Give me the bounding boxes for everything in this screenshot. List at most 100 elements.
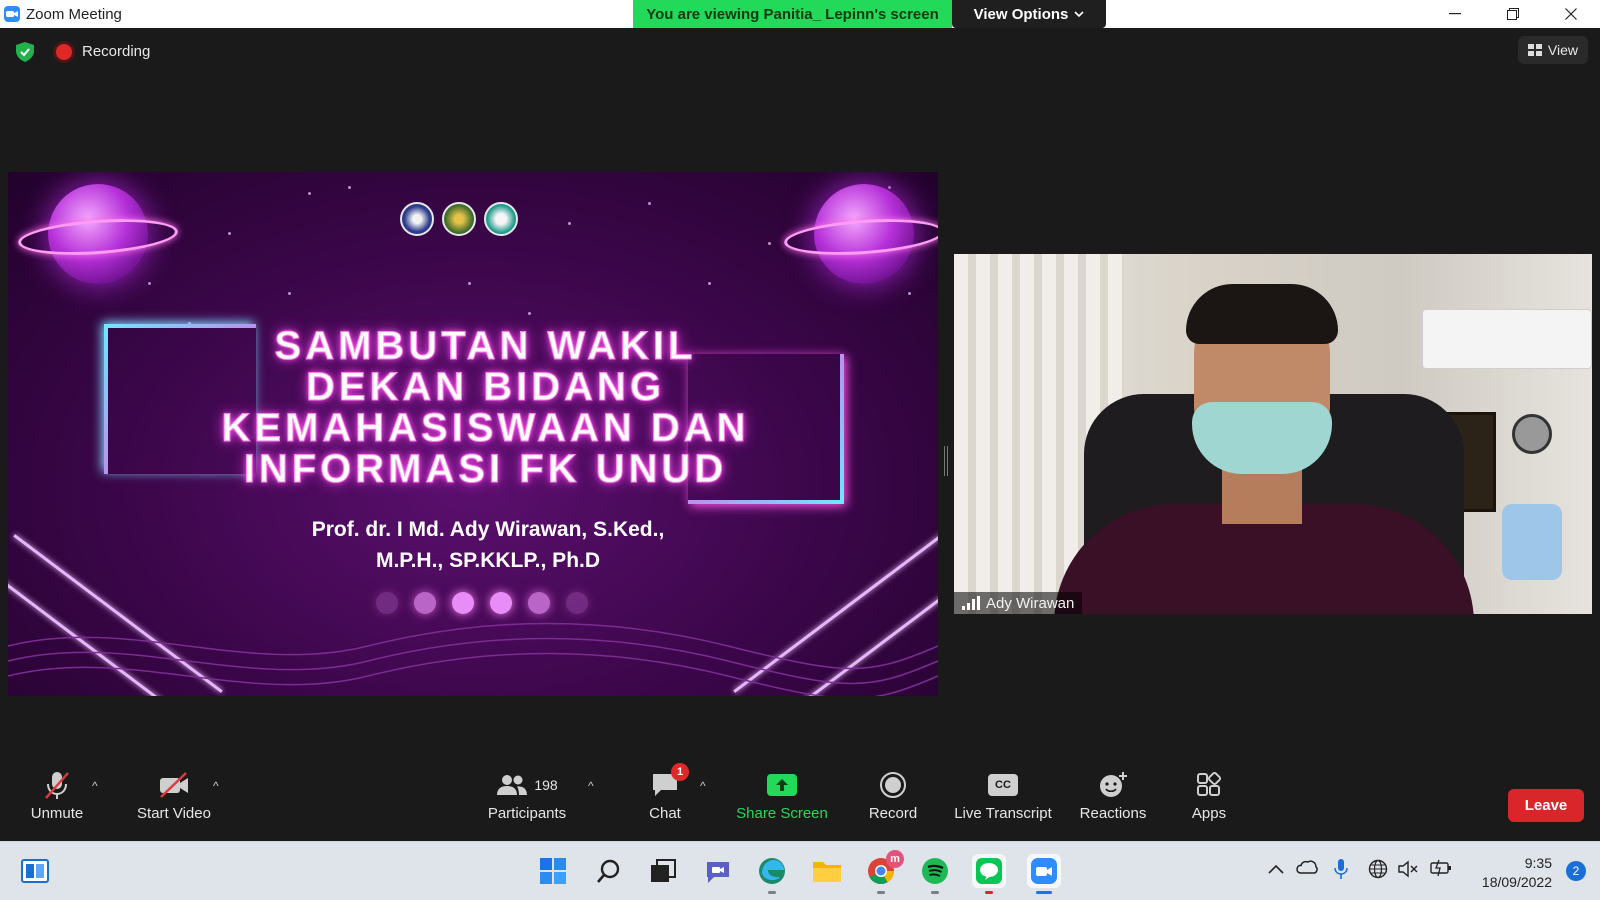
video-water-jug xyxy=(1502,504,1562,580)
speaker-muted-icon[interactable] xyxy=(1398,859,1420,879)
teams-chat-icon xyxy=(707,862,729,883)
apps-button[interactable]: Apps xyxy=(1190,767,1228,822)
split-view-handle[interactable] xyxy=(944,446,948,476)
zoom-taskbar-button[interactable] xyxy=(1027,854,1061,894)
slide-title-line: KEMAHASISWAAN DAN xyxy=(221,406,750,450)
participants-options-caret[interactable]: ^ xyxy=(588,779,594,793)
meeting-area: Recording View SAMBUTAN WAKIL DEKAN BIDA… xyxy=(0,28,1600,761)
slide-wave-pattern xyxy=(8,622,938,696)
search-icon xyxy=(597,859,620,883)
chrome-button[interactable]: m xyxy=(864,850,904,894)
reactions-label: Reactions xyxy=(1079,805,1147,822)
reactions-icon-wrap xyxy=(1098,767,1128,803)
widgets-button[interactable] xyxy=(18,854,52,888)
battery-charging-icon[interactable] xyxy=(1430,859,1452,877)
record-icon-wrap xyxy=(879,767,907,803)
video-person-mask xyxy=(1192,402,1332,474)
chevron-down-icon xyxy=(1074,11,1084,17)
meeting-toolbar: Unmute ^ Start Video ^ 198 Participants … xyxy=(0,761,1600,841)
folder-icon xyxy=(813,862,841,882)
edge-button[interactable] xyxy=(755,854,789,894)
spotify-icon xyxy=(922,858,948,884)
unmute-button[interactable]: Unmute xyxy=(28,767,86,822)
view-label: View xyxy=(1547,42,1578,58)
participant-video[interactable]: Ady Wirawan xyxy=(954,254,1592,614)
leave-button[interactable]: Leave xyxy=(1508,789,1584,822)
planet-ring-right xyxy=(783,214,938,260)
audio-options-caret[interactable]: ^ xyxy=(92,779,98,793)
chat-badge: 1 xyxy=(671,763,689,781)
network-globe-icon[interactable] xyxy=(1368,859,1388,879)
view-options-button[interactable]: View Options xyxy=(952,0,1106,28)
planet-ring-left xyxy=(17,214,179,260)
microphone-tray-icon[interactable] xyxy=(1334,858,1348,880)
participants-icon-wrap: 198 xyxy=(496,767,558,803)
system-clock[interactable]: 9:35 18/09/2022 xyxy=(1482,854,1552,892)
clock-date: 18/09/2022 xyxy=(1481,874,1552,890)
edge-browser-icon xyxy=(759,858,785,884)
share-screen-icon xyxy=(767,774,797,796)
chat-label: Chat xyxy=(649,805,681,822)
logo-2 xyxy=(442,202,476,236)
share-screen-button[interactable]: Share Screen xyxy=(736,767,828,822)
video-wall-clock xyxy=(1512,414,1552,454)
logo-1 xyxy=(400,202,434,236)
start-video-button[interactable]: Start Video xyxy=(132,767,216,822)
recording-label: Recording xyxy=(82,43,151,60)
participants-count: 198 xyxy=(534,777,558,793)
restore-button[interactable] xyxy=(1484,0,1542,28)
search-button[interactable] xyxy=(592,854,626,888)
windows-logo-icon xyxy=(540,858,566,884)
participant-name-tag: Ady Wirawan xyxy=(954,592,1083,614)
apps-icon xyxy=(1197,772,1222,796)
logo-3 xyxy=(484,202,518,236)
start-video-label: Start Video xyxy=(137,805,211,822)
teams-chat-button[interactable] xyxy=(701,854,735,888)
chrome-running-indicator xyxy=(877,891,885,894)
task-view-icon xyxy=(651,859,676,882)
slide-name-line: Prof. dr. I Md. Ady Wirawan, S.Ked., xyxy=(311,518,665,541)
chrome-profile-badge: m xyxy=(886,850,904,868)
share-screen-icon-wrap xyxy=(766,767,798,803)
slide-title: SAMBUTAN WAKIL DEKAN BIDANG KEMAHASISWAA… xyxy=(128,325,843,491)
chat-icon-wrap: 1 xyxy=(651,763,689,803)
widgets-icon xyxy=(21,859,49,883)
smiley-plus-icon xyxy=(1100,772,1127,797)
record-icon xyxy=(880,772,906,798)
clock-time: 9:35 xyxy=(1524,855,1552,871)
closed-caption-icon: CC xyxy=(988,774,1018,796)
shared-screen: SAMBUTAN WAKIL DEKAN BIDANG KEMAHASISWAA… xyxy=(8,172,938,696)
task-view-button[interactable] xyxy=(646,854,680,888)
unmute-label: Unmute xyxy=(30,805,84,822)
file-explorer-button[interactable] xyxy=(810,854,844,888)
record-button[interactable]: Record xyxy=(866,767,920,822)
video-options-caret[interactable]: ^ xyxy=(213,779,219,793)
live-transcript-button[interactable]: CC Live Transcript xyxy=(952,767,1054,822)
cc-icon-wrap: CC xyxy=(988,767,1018,803)
record-label: Record xyxy=(868,805,918,822)
slide-speaker-name: Prof. dr. I Md. Ady Wirawan, S.Ked., M.P… xyxy=(168,514,808,576)
line-button[interactable] xyxy=(972,854,1006,894)
apps-label: Apps xyxy=(1191,805,1227,822)
reactions-button[interactable]: Reactions xyxy=(1078,767,1148,822)
chat-options-caret[interactable]: ^ xyxy=(700,779,706,793)
title-bar: Zoom Meeting You are viewing Panitia_ Le… xyxy=(0,0,1600,28)
live-transcript-label: Live Transcript xyxy=(954,805,1052,822)
window-controls xyxy=(1426,0,1600,28)
notification-center-badge[interactable]: 2 xyxy=(1566,861,1586,881)
close-button[interactable] xyxy=(1542,0,1600,28)
participant-name: Ady Wirawan xyxy=(986,594,1075,612)
chat-button[interactable]: 1 Chat xyxy=(645,763,689,822)
minimize-button[interactable] xyxy=(1426,0,1484,28)
view-button[interactable]: View xyxy=(1517,36,1588,64)
zoom-app-taskbar-icon xyxy=(1031,858,1057,884)
security-shield-icon[interactable] xyxy=(16,42,34,62)
spotify-button[interactable] xyxy=(918,854,952,894)
slide-title-line: INFORMASI FK UNUD xyxy=(243,447,728,491)
onedrive-cloud-icon[interactable] xyxy=(1296,859,1318,875)
tray-overflow-chevron-icon[interactable] xyxy=(1268,864,1284,874)
participants-button[interactable]: 198 Participants xyxy=(485,767,569,822)
window-title: Zoom Meeting xyxy=(26,5,122,23)
share-screen-label: Share Screen xyxy=(736,805,828,822)
start-button[interactable] xyxy=(536,854,570,888)
